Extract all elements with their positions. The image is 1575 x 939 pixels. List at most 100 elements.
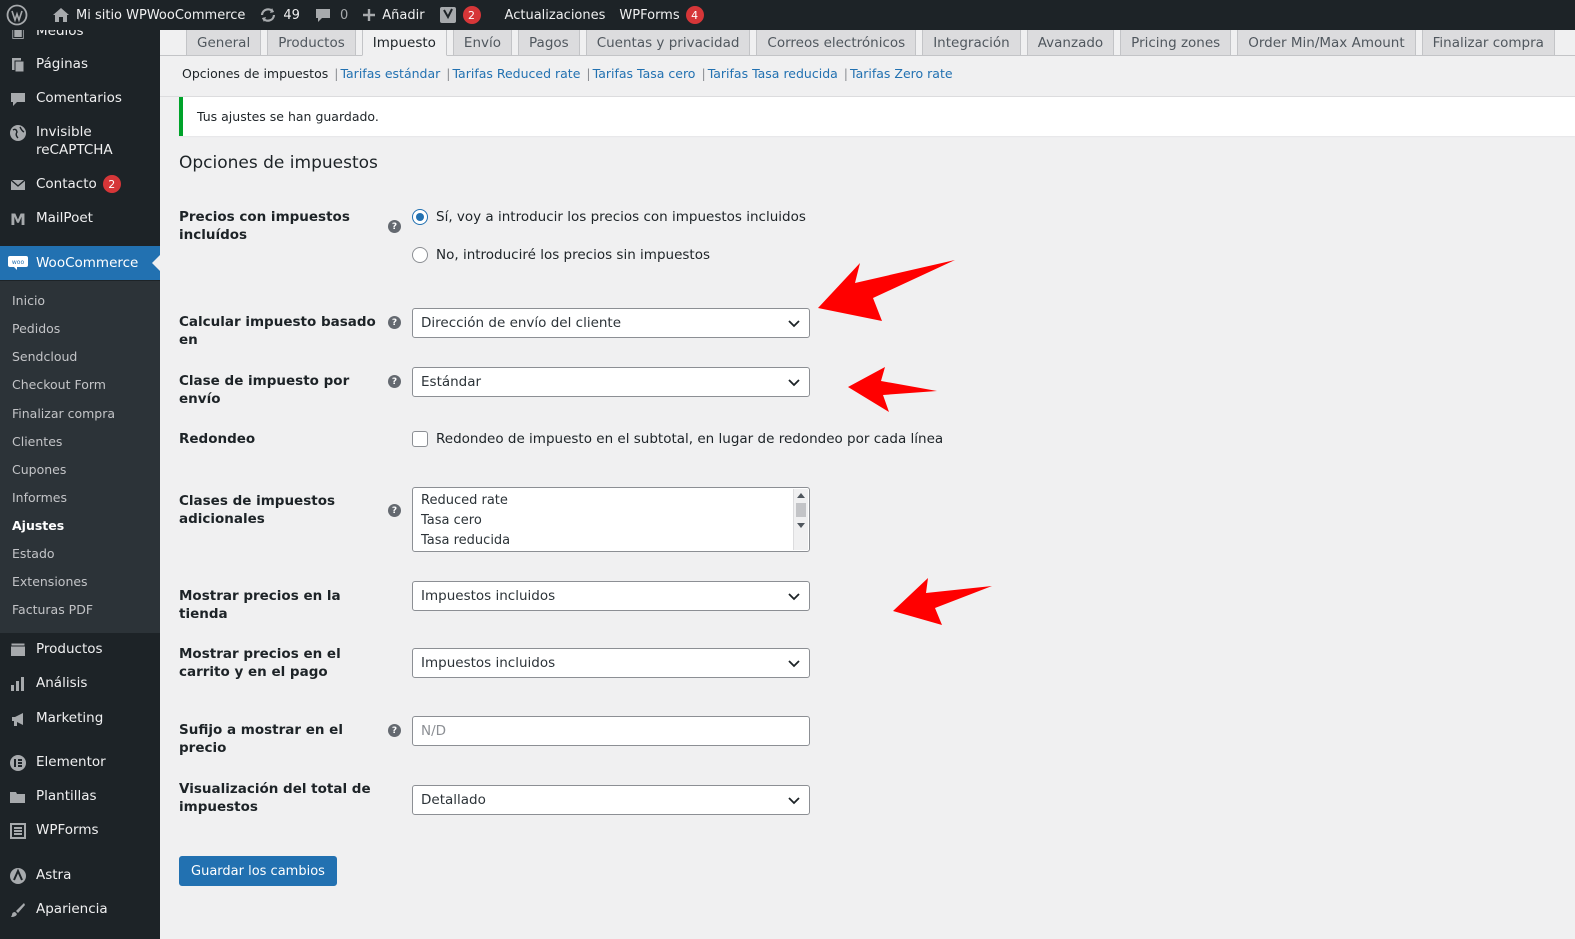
sidebar-item-plantillas[interactable]: Plantillas [0,787,160,807]
subnav-tarifas-zero-rate[interactable]: Tarifas Zero rate [850,66,953,81]
submenu-item-informes[interactable]: Informes [12,490,67,505]
additional-tax-classes-label: Clases de impuestos adicionales [179,493,336,527]
notice-text: Tus ajustes se han guardado. [197,109,379,124]
megaphone-icon [8,709,28,729]
radio-checked[interactable] [412,209,428,225]
wpforms-link[interactable]: WPForms 4 [612,0,710,30]
additional-tax-classes-textarea[interactable]: Reduced rate Tasa cero Tasa reducida [412,487,810,552]
tab-cuentas[interactable]: Cuentas y privacidad [585,30,751,56]
chart-icon [8,674,28,694]
page-title: Opciones de impuestos [179,153,378,173]
sidebar-item-label: Plantillas [36,788,97,804]
comments-link[interactable]: 0 [307,0,355,30]
submenu-item-clientes[interactable]: Clientes [12,434,62,449]
sidebar-item-apariencia[interactable]: Apariencia [0,900,160,920]
help-icon[interactable]: ? [388,316,401,329]
subnav-tarifas-reduced-rate[interactable]: Tarifas Reduced rate [452,66,580,81]
sidebar-item-woocommerce[interactable]: woo WooCommerce [0,246,160,280]
select-value: Impuestos incluidos [421,655,556,671]
tab-general[interactable]: General [186,30,262,56]
tax-based-on-select[interactable]: Dirección de envío del cliente [412,308,810,338]
site-name-link[interactable]: Mi sitio WPWooCommerce [45,0,252,30]
svg-text:woo: woo [12,259,25,266]
media-icon: ▣ [10,30,26,41]
contacto-badge: 2 [102,175,121,193]
updates-link[interactable]: 49 [252,0,307,30]
scroll-down-icon[interactable] [797,523,805,528]
submenu-item-facturas-pdf[interactable]: Facturas PDF [12,602,93,617]
tax-total-display-select[interactable]: Detallado [412,785,810,815]
sidebar-item-elementor[interactable]: Elementor [0,753,160,773]
submenu-item-pedidos[interactable]: Pedidos [12,321,60,336]
save-changes-button[interactable]: Guardar los cambios [179,856,337,886]
mail-icon [8,175,28,195]
rounding-checkbox[interactable] [412,431,428,447]
submenu-item-checkout-form[interactable]: Checkout Form [12,377,106,392]
subnav-tarifas-tasa-reducida[interactable]: Tarifas Tasa reducida [708,66,838,81]
submenu-item-estado[interactable]: Estado [12,546,55,561]
updates-text-link[interactable]: Actualizaciones [498,0,613,30]
tax-based-on-label: Calcular impuesto basado en [179,314,376,348]
sidebar-item-comentarios[interactable]: Comentarios [0,89,160,109]
rounding-option[interactable]: Redondeo de impuesto en el subtotal, en … [412,431,943,447]
shipping-tax-class-select[interactable]: Estándar [412,367,810,397]
wpforms-badge: 4 [685,6,704,24]
wpforms-label: WPForms [619,7,680,23]
submenu-item-ajustes[interactable]: Ajustes [12,518,64,533]
sidebar-item-wpforms[interactable]: WPForms [0,821,160,841]
sidebar-item-marketing[interactable]: Marketing [0,709,160,729]
cart-prices-display-label: Mostrar precios en el carrito y en el pa… [179,646,341,680]
scroll-up-icon[interactable] [797,493,805,498]
cart-prices-display-select[interactable]: Impuestos incluidos [412,648,810,678]
price-suffix-input[interactable] [412,716,810,746]
submenu-item-inicio[interactable]: Inicio [12,293,45,308]
tab-avanzado[interactable]: Avanzado [1026,30,1115,56]
radio-unchecked[interactable] [412,247,428,263]
prices-no-option[interactable]: No, introduciré los precios sin impuesto… [412,247,710,263]
sidebar-item-contacto[interactable]: Contacto 2 [0,175,160,195]
help-icon[interactable]: ? [388,724,401,737]
textarea-scrollbar[interactable] [793,489,808,550]
scroll-thumb[interactable] [796,503,806,517]
subnav-tarifas-tasa-cero[interactable]: Tarifas Tasa cero [593,66,696,81]
tab-productos[interactable]: Productos [267,30,356,56]
tab-correos[interactable]: Correos electrónicos [756,30,917,56]
wp-logo-button[interactable] [0,0,35,30]
tab-pricing-zones[interactable]: Pricing zones [1120,30,1232,56]
submenu-item-extensiones[interactable]: Extensiones [12,574,88,589]
tab-envio[interactable]: Envío [452,30,513,56]
sidebar-item-label: Astra [36,867,72,883]
submenu-item-cupones[interactable]: Cupones [12,462,66,477]
add-new-link[interactable]: Añadir [355,0,431,30]
price-suffix-label: Sufijo a mostrar en el precio [179,722,343,756]
admin-sidebar: ▣ Medios Páginas Comentarios Invisible r… [0,30,160,939]
help-icon[interactable]: ? [388,375,401,388]
sidebar-item-paginas[interactable]: Páginas [0,55,160,75]
site-name: Mi sitio WPWooCommerce [76,7,246,23]
tab-finalizar-compra[interactable]: Finalizar compra [1421,30,1555,56]
sidebar-item-label: Invisible reCAPTCHA [36,124,113,158]
help-icon[interactable]: ? [388,220,401,233]
yoast-link[interactable]: 2 [432,0,488,30]
sidebar-item-label: Contacto [36,176,97,192]
sidebar-item-analisis[interactable]: Análisis [0,674,160,694]
tab-impuesto[interactable]: Impuesto [361,30,447,56]
astra-icon [8,866,28,886]
sidebar-item-productos[interactable]: Productos [0,640,160,660]
forms-icon [8,821,28,841]
help-icon[interactable]: ? [388,504,401,517]
prices-yes-option[interactable]: Sí, voy a introducir los precios con imp… [412,209,806,225]
tab-order-min-max[interactable]: Order Min/Max Amount [1237,30,1416,56]
pages-icon [8,55,28,75]
sidebar-item-medios[interactable]: ▣ Medios [0,30,160,42]
shop-prices-display-select[interactable]: Impuestos incluidos [412,581,810,611]
sidebar-item-mailpoet[interactable]: M MailPoet [0,209,160,229]
tax-total-display-label: Visualización del total de impuestos [179,781,371,815]
submenu-item-finalizar-compra[interactable]: Finalizar compra [12,406,115,421]
tab-integracion[interactable]: Integración [922,30,1021,56]
sidebar-item-recaptcha[interactable]: Invisible reCAPTCHA [0,123,160,159]
submenu-item-sendcloud[interactable]: Sendcloud [12,349,77,364]
tab-pagos[interactable]: Pagos [518,30,580,56]
subnav-tarifas-estandar[interactable]: Tarifas estándar [340,66,440,81]
sidebar-item-astra[interactable]: Astra [0,866,160,886]
